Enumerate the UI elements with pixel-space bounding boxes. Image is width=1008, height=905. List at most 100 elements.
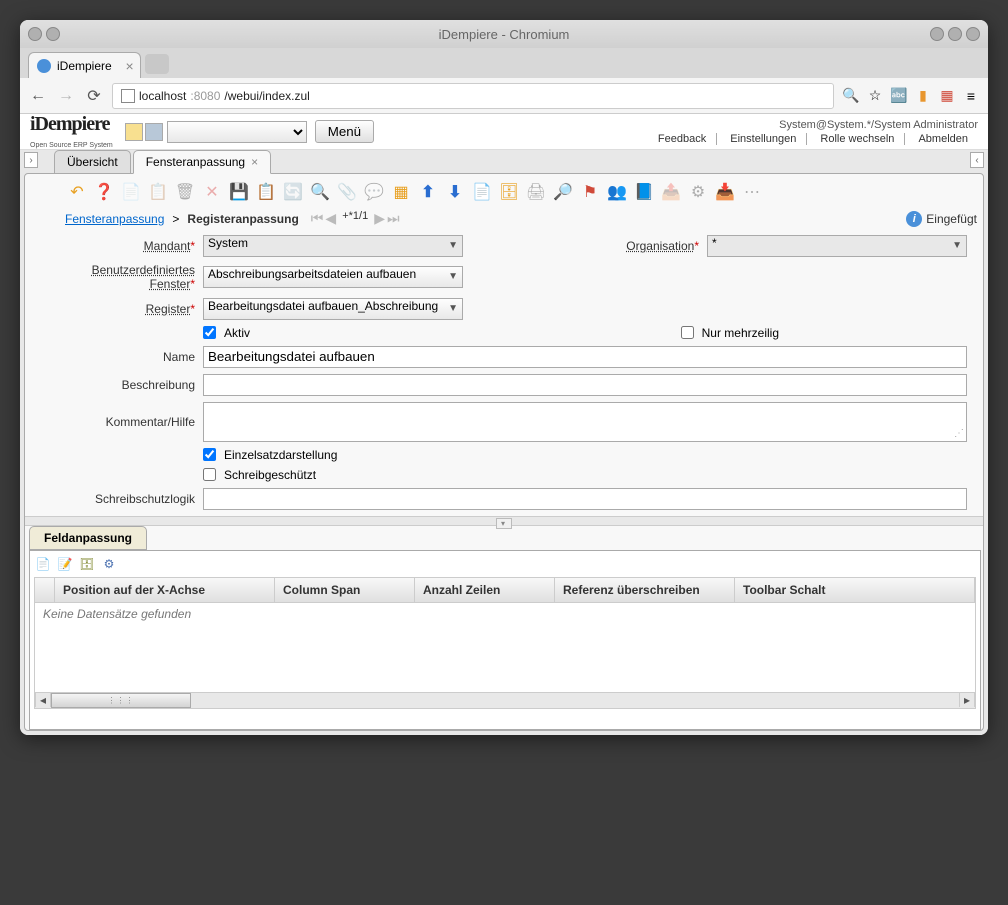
mehrzeilig-checkbox[interactable] bbox=[681, 326, 694, 339]
record-page: +*1/1 bbox=[342, 210, 368, 227]
schreibgesch-checkbox[interactable] bbox=[203, 468, 216, 481]
schreibschutz-input[interactable] bbox=[203, 488, 967, 510]
register-select[interactable]: Bearbeitungsdatei aufbauen_Abschreibung▼ bbox=[203, 298, 463, 320]
next-record-icon[interactable]: ▶ bbox=[374, 210, 385, 227]
beschreibung-input[interactable] bbox=[203, 374, 967, 396]
grid-col-position[interactable]: Position auf der X-Achse bbox=[55, 578, 275, 602]
grid-col-ref[interactable]: Referenz überschreiben bbox=[555, 578, 735, 602]
new-record-icon[interactable] bbox=[125, 123, 143, 141]
sub-save-icon[interactable]: 🗄 bbox=[78, 555, 96, 573]
logout-link[interactable]: Abmelden bbox=[908, 133, 978, 145]
new-icon[interactable]: 📄 bbox=[119, 180, 143, 204]
translate-icon[interactable]: 🔤 bbox=[890, 87, 908, 105]
sub-edit-icon[interactable]: 📝 bbox=[56, 555, 74, 573]
header-select[interactable] bbox=[167, 121, 307, 143]
zoom-icon[interactable]: 🔍 bbox=[842, 87, 860, 105]
refresh-icon[interactable]: 🔄 bbox=[281, 180, 305, 204]
archive-icon[interactable]: 🗄 bbox=[497, 180, 521, 204]
process-icon[interactable]: ⚙ bbox=[686, 180, 710, 204]
grid-col-toolbar[interactable]: Toolbar Schalt bbox=[735, 578, 975, 602]
copy-icon[interactable]: 📋 bbox=[146, 180, 170, 204]
browser-tab[interactable]: iDempiere × bbox=[28, 52, 141, 78]
zoom-across-icon[interactable]: 🔎 bbox=[551, 180, 575, 204]
scroll-left-icon[interactable]: ◂ bbox=[35, 693, 51, 707]
address-bar[interactable]: localhost:8080/webui/index.zul bbox=[112, 83, 834, 109]
grid-col-span[interactable]: Column Span bbox=[275, 578, 415, 602]
grid-hscroll[interactable]: ◂ ⋮⋮⋮ ▸ bbox=[34, 693, 976, 709]
workflow-icon[interactable]: ⚑ bbox=[578, 180, 602, 204]
scroll-right-icon[interactable]: ▸ bbox=[959, 693, 975, 707]
einzelsatz-checkbox[interactable] bbox=[203, 448, 216, 461]
grid-col-check[interactable] bbox=[35, 578, 55, 602]
parent-icon[interactable]: ⬆ bbox=[416, 180, 440, 204]
detail-icon[interactable]: ⬇ bbox=[443, 180, 467, 204]
customize-icon[interactable]: 📥 bbox=[713, 180, 737, 204]
expand-west-icon[interactable]: › bbox=[24, 152, 38, 168]
change-role-link[interactable]: Rolle wechseln bbox=[810, 133, 905, 145]
delete-icon[interactable]: 🗑 bbox=[173, 180, 197, 204]
expand-east-icon[interactable]: ‹ bbox=[970, 152, 984, 168]
save-icon[interactable]: 💾 bbox=[227, 180, 251, 204]
os-pin-icon[interactable] bbox=[46, 27, 60, 41]
breadcrumb-link[interactable]: Fensteranpassung bbox=[65, 212, 164, 226]
close-window-icon[interactable] bbox=[966, 27, 980, 41]
feedback-link[interactable]: Feedback bbox=[648, 133, 717, 145]
delete-x-icon[interactable]: ✕ bbox=[200, 180, 224, 204]
tab-fensteranpassung[interactable]: Fensteranpassung× bbox=[133, 150, 271, 174]
chat-icon[interactable]: 💬 bbox=[362, 180, 386, 204]
close-tab-icon[interactable]: × bbox=[251, 155, 258, 169]
kommentar-textarea[interactable]: ⋰ bbox=[203, 402, 967, 442]
app-header: iDempiere Open Source ERP System Menü Sy… bbox=[20, 114, 988, 150]
settings-link[interactable]: Einstellungen bbox=[720, 133, 807, 145]
aktiv-checkbox[interactable] bbox=[203, 326, 216, 339]
name-input[interactable] bbox=[203, 346, 967, 368]
menu-button[interactable]: Menü bbox=[315, 120, 374, 143]
os-menu-icon[interactable] bbox=[28, 27, 42, 41]
bookmark-icon[interactable]: ☆ bbox=[866, 87, 884, 105]
grid-col-rows[interactable]: Anzahl Zeilen bbox=[415, 578, 555, 602]
product-icon[interactable]: 📘 bbox=[632, 180, 656, 204]
minimize-icon[interactable] bbox=[930, 27, 944, 41]
ext1-icon[interactable]: ▮ bbox=[914, 87, 932, 105]
prev-record-icon[interactable]: ◀ bbox=[325, 210, 336, 227]
info-icon: i bbox=[906, 211, 922, 227]
ext2-icon[interactable]: ▦ bbox=[938, 87, 956, 105]
find-icon[interactable]: 🔍 bbox=[308, 180, 332, 204]
print-icon[interactable]: 🖨 bbox=[524, 180, 548, 204]
export-icon[interactable]: 📤 bbox=[659, 180, 683, 204]
save-new-icon[interactable]: 📋 bbox=[254, 180, 278, 204]
sub-new-icon[interactable]: 📄 bbox=[34, 555, 52, 573]
close-tab-icon[interactable]: × bbox=[126, 58, 134, 74]
last-record-icon[interactable]: ⏭ bbox=[387, 210, 400, 227]
tab-overview[interactable]: Übersicht bbox=[54, 150, 131, 174]
url-host: localhost bbox=[139, 89, 186, 103]
scroll-thumb[interactable]: ⋮⋮⋮ bbox=[51, 693, 191, 708]
sub-process-icon[interactable]: ⚙ bbox=[100, 555, 118, 573]
request-icon[interactable]: 👥 bbox=[605, 180, 629, 204]
breadcrumb-current: Registeranpassung bbox=[187, 212, 298, 226]
more-icon[interactable]: ⋯ bbox=[740, 180, 764, 204]
grid-toggle-icon[interactable]: ▦ bbox=[389, 180, 413, 204]
beschreibung-label: Beschreibung bbox=[65, 378, 195, 392]
schreibgesch-label: Schreibgeschützt bbox=[224, 468, 316, 482]
undo-icon[interactable]: ↶ bbox=[65, 180, 89, 204]
new-tab-button[interactable] bbox=[145, 54, 169, 74]
mandant-select[interactable]: System▼ bbox=[203, 235, 463, 257]
first-record-icon[interactable]: ⏮ bbox=[311, 210, 324, 227]
fenster-select[interactable]: Abschreibungsarbeitsdateien aufbauen▼ bbox=[203, 266, 463, 288]
back-button[interactable]: ← bbox=[28, 86, 48, 106]
reload-button[interactable]: ⟳ bbox=[84, 86, 104, 106]
subtab-feldanpassung[interactable]: Feldanpassung bbox=[29, 526, 147, 550]
help-icon[interactable]: ❓ bbox=[92, 180, 116, 204]
menu-icon[interactable]: ≡ bbox=[962, 87, 980, 105]
organisation-select[interactable]: *▼ bbox=[707, 235, 967, 257]
forward-button[interactable]: → bbox=[56, 86, 76, 106]
grid-empty-msg: Keine Datensätze gefunden bbox=[34, 603, 976, 693]
report-icon[interactable]: 📄 bbox=[470, 180, 494, 204]
status-text: Eingefügt bbox=[926, 212, 977, 226]
open-icon[interactable] bbox=[145, 123, 163, 141]
attach-icon[interactable]: 📎 bbox=[335, 180, 359, 204]
splitter[interactable]: ▾ bbox=[25, 516, 983, 526]
browser-tab-strip: iDempiere × bbox=[20, 48, 988, 78]
maximize-icon[interactable] bbox=[948, 27, 962, 41]
